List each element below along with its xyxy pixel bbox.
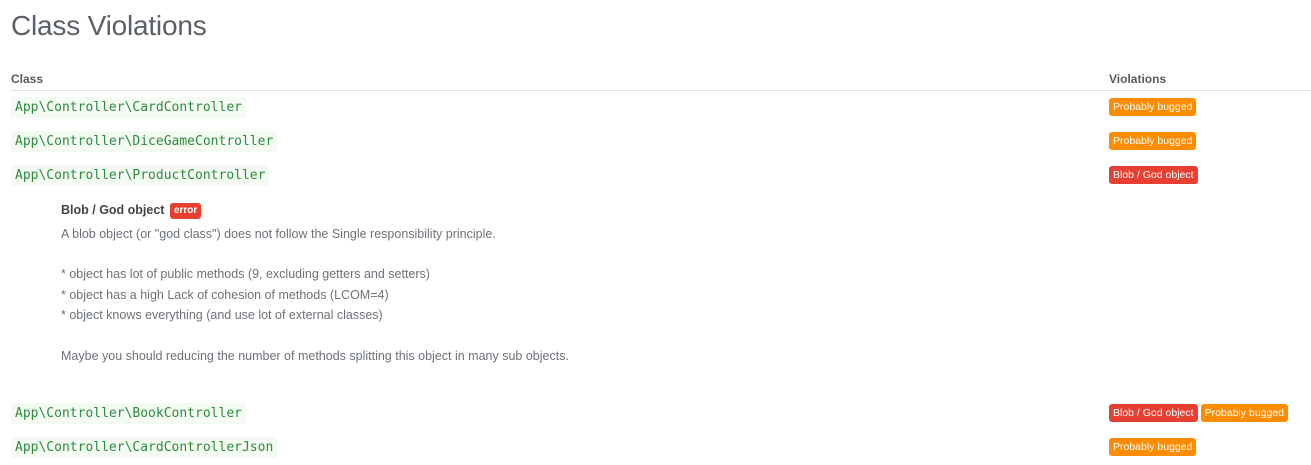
detail-point: * object knows everything (and use lot o… [61,308,383,322]
detail-advice: Maybe you should reducing the number of … [61,349,569,363]
class-name[interactable]: App\Controller\CardControllerJson [11,437,278,458]
severity-badge: error [169,203,202,219]
header-class: Class [11,72,44,86]
table-row[interactable]: App\Controller\ProductController Blob / … [11,159,1311,193]
class-name[interactable]: App\Controller\DiceGameController [11,131,278,152]
violation-badges: Blob / God object [1109,165,1201,184]
detail-title-line: Blob / God object error [61,203,202,219]
violation-badges: Blob / God object Probably bugged [1109,403,1291,422]
table-row[interactable]: App\Controller\DiceGameController Probab… [11,125,1311,159]
class-name[interactable]: App\Controller\ProductController [11,165,270,186]
class-name[interactable]: App\Controller\BookController [11,403,246,424]
table-row[interactable]: App\Controller\BookController Blob / God… [11,397,1311,431]
detail-point: * object has lot of public methods (9, e… [61,267,430,281]
table-row[interactable]: App\Controller\CardControllerJson Probab… [11,431,1311,465]
violation-detail: Blob / God object error A blob object (o… [11,193,1311,397]
detail-title: Blob / God object [61,203,165,217]
table-row[interactable]: App\Controller\CardController Probably b… [11,91,1311,125]
violation-badge[interactable]: Probably bugged [1109,132,1197,150]
violation-badges: Probably bugged [1109,131,1199,150]
violation-badge[interactable]: Probably bugged [1109,98,1197,116]
violation-badge[interactable]: Probably bugged [1109,438,1197,456]
class-name[interactable]: App\Controller\CardController [11,97,246,118]
violation-badges: Probably bugged [1109,437,1199,456]
violation-badges: Probably bugged [1109,97,1199,116]
page-title: Class Violations [11,10,207,41]
detail-description: A blob object (or "god class") does not … [61,227,496,241]
header-violations: Violations [1109,72,1167,86]
violations-table: Class Violations App\Controller\CardCont… [11,68,1311,465]
table-header: Class Violations [11,68,1311,91]
violation-badge[interactable]: Blob / God object [1109,404,1198,422]
violation-badge[interactable]: Blob / God object [1109,166,1198,184]
violation-badge[interactable]: Probably bugged [1200,404,1288,422]
detail-point: * object has a high Lack of cohesion of … [61,288,389,302]
